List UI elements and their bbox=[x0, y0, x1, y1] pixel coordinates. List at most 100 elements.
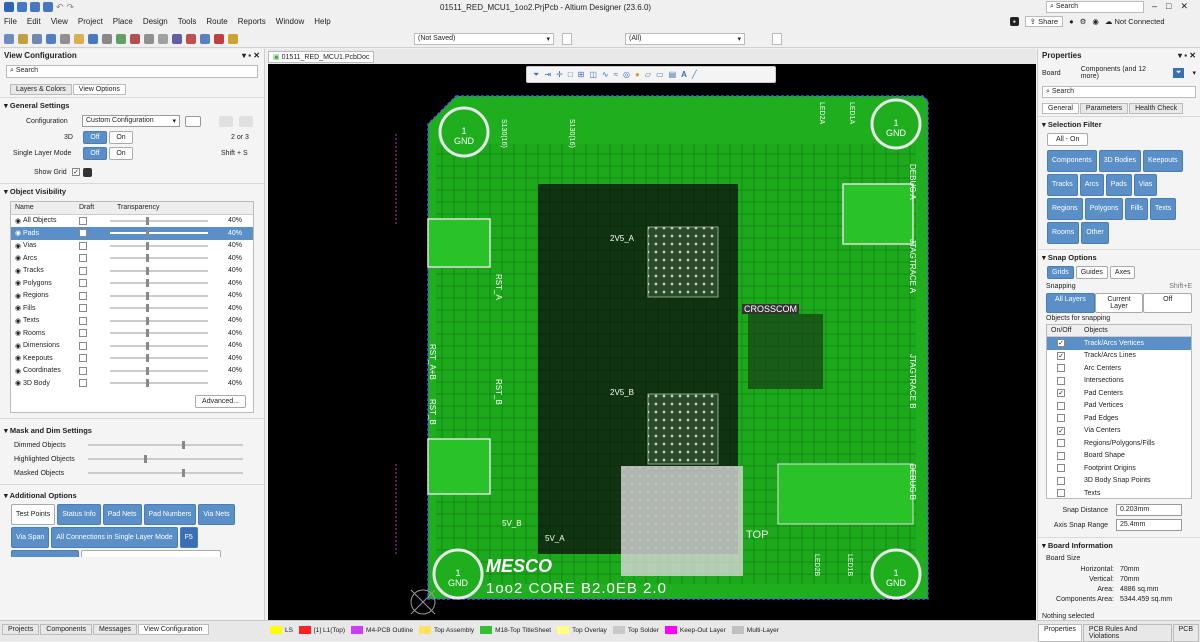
slider-handle[interactable] bbox=[146, 266, 149, 275]
filter-vias[interactable]: Vias bbox=[1133, 174, 1158, 196]
zoom-fit-icon[interactable] bbox=[116, 34, 126, 44]
grid-icon[interactable] bbox=[46, 34, 56, 44]
mode-3d-on-button[interactable]: On bbox=[109, 130, 133, 144]
transparency-slider[interactable] bbox=[110, 241, 208, 250]
draft-checkbox[interactable] bbox=[79, 354, 87, 363]
snap-object-checkbox[interactable] bbox=[1057, 489, 1065, 498]
bottom-tab-projects[interactable]: Projects bbox=[2, 624, 40, 635]
snap-object-row[interactable]: 3D Body Snap Points bbox=[1047, 475, 1191, 488]
grids-button[interactable]: Grids bbox=[1047, 266, 1074, 279]
slider-handle[interactable] bbox=[144, 455, 147, 463]
transparency-slider[interactable] bbox=[110, 216, 208, 225]
option-all-connections-in-single-layer-mode[interactable]: All Connections in Single Layer Mode bbox=[51, 527, 178, 548]
tab-layers-colors[interactable]: Layers & Colors bbox=[10, 84, 72, 95]
transparency-slider[interactable] bbox=[110, 341, 208, 350]
option-pad-nets[interactable]: Pad Nets bbox=[102, 504, 142, 525]
right-bottom-tab-1[interactable]: PCB Rules And Violations bbox=[1082, 624, 1172, 642]
snap-object-row[interactable]: Arc Centers bbox=[1047, 362, 1191, 375]
visibility-row[interactable]: ◉ Fills 40% bbox=[11, 302, 253, 315]
transparency-slider[interactable] bbox=[110, 254, 208, 263]
slider-handle[interactable] bbox=[146, 329, 149, 338]
filter-icon[interactable]: ⏷ bbox=[1172, 68, 1185, 78]
open-icon[interactable] bbox=[43, 2, 53, 12]
settings-gear-icon[interactable]: ⚙ bbox=[1080, 17, 1087, 26]
paste-icon[interactable] bbox=[158, 34, 168, 44]
single-layer-on-button[interactable]: On bbox=[109, 146, 133, 160]
eye-icon[interactable]: ◉ bbox=[15, 267, 23, 275]
document-tab[interactable]: ▣ 01511_RED_MCU1.PcbDoc bbox=[268, 51, 375, 63]
snap-object-checkbox[interactable] bbox=[1057, 339, 1065, 348]
right-bottom-tab-0[interactable]: Properties bbox=[1038, 624, 1082, 642]
transparency-slider[interactable] bbox=[110, 329, 208, 338]
all-on-button[interactable]: All - On bbox=[1047, 133, 1089, 146]
properties-search-input[interactable]: ⌕ Search bbox=[1042, 86, 1196, 98]
slider-handle[interactable] bbox=[146, 279, 149, 288]
draft-checkbox[interactable] bbox=[79, 229, 87, 238]
layer-tab[interactable]: Top Assembly bbox=[419, 626, 474, 634]
filter-polygons[interactable]: Polygons bbox=[1084, 198, 1124, 220]
bottom-tab-view-configuration[interactable]: View Configuration bbox=[137, 624, 209, 635]
save-icon[interactable] bbox=[17, 2, 27, 12]
save-toolbar-icon[interactable] bbox=[88, 34, 98, 44]
layer-tab[interactable]: Multi-Layer bbox=[731, 626, 779, 634]
snap-object-row[interactable]: Board Shape bbox=[1047, 450, 1191, 463]
snap-object-row[interactable]: Pad Vertices bbox=[1047, 400, 1191, 413]
redo-icon[interactable]: ↷ bbox=[67, 2, 75, 13]
filter-rooms[interactable]: Rooms bbox=[1047, 222, 1080, 244]
visibility-row[interactable]: ◉ Polygons 40% bbox=[11, 277, 253, 290]
slider-handle[interactable] bbox=[146, 316, 149, 325]
layer-tab[interactable]: M4-PCB Outline bbox=[351, 626, 413, 634]
bottom-tab-components[interactable]: Components bbox=[40, 624, 92, 635]
board-info-header[interactable]: ▾ Board Information bbox=[1038, 536, 1200, 553]
menu-tools[interactable]: Tools bbox=[178, 17, 197, 26]
slider-handle[interactable] bbox=[182, 469, 185, 477]
selection-filter-header[interactable]: ▾ Selection Filter bbox=[1038, 116, 1200, 132]
maximize-icon[interactable]: □ bbox=[1166, 1, 1180, 11]
folder-open-icon[interactable] bbox=[74, 34, 84, 44]
draft-checkbox[interactable] bbox=[79, 316, 87, 325]
menu-place[interactable]: Place bbox=[113, 17, 133, 26]
draft-checkbox[interactable] bbox=[79, 329, 87, 338]
share-button[interactable]: ⇪ Share bbox=[1024, 16, 1064, 27]
slider-handle[interactable] bbox=[146, 254, 149, 263]
visibility-row[interactable]: ◉ 3D Body 40% bbox=[11, 377, 253, 390]
tab-general[interactable]: General bbox=[1042, 103, 1079, 114]
snap-object-row[interactable]: Regions/Polygons/Fills bbox=[1047, 437, 1191, 450]
zoom-icon[interactable] bbox=[60, 34, 70, 44]
panel-menu-icon[interactable]: ▾ ▪ ✕ bbox=[242, 51, 260, 60]
axis-snap-input[interactable]: 25.4mm bbox=[1116, 519, 1182, 531]
global-search-input[interactable]: ⌕ Search bbox=[1046, 1, 1144, 13]
visibility-row[interactable]: ◉ Texts 40% bbox=[11, 315, 253, 328]
visibility-row[interactable]: ◉ Arcs 40% bbox=[11, 252, 253, 265]
snap-object-checkbox[interactable] bbox=[1057, 364, 1065, 373]
slider-handle[interactable] bbox=[146, 291, 149, 300]
filter-fills[interactable]: Fills bbox=[1125, 198, 1148, 220]
snap-object-row[interactable]: Track/Arcs Vertices bbox=[1047, 337, 1191, 350]
transparency-slider[interactable] bbox=[110, 379, 208, 388]
mask-slider[interactable] bbox=[88, 455, 243, 463]
transparency-slider[interactable] bbox=[110, 291, 208, 300]
filter-arcs[interactable]: Arcs bbox=[1079, 174, 1104, 196]
eye-icon[interactable]: ◉ bbox=[15, 317, 23, 325]
spin-dropdown[interactable] bbox=[562, 33, 572, 45]
filter-other[interactable]: Other bbox=[1081, 222, 1109, 244]
bottom-tab-messages[interactable]: Messages bbox=[93, 624, 137, 635]
snap-object-checkbox[interactable] bbox=[1057, 376, 1065, 385]
snap-object-checkbox[interactable] bbox=[1057, 476, 1065, 485]
slider-handle[interactable] bbox=[182, 441, 185, 449]
clear-filter-icon[interactable] bbox=[214, 34, 224, 44]
tab-health-check[interactable]: Health Check bbox=[1129, 103, 1184, 114]
transparency-slider[interactable] bbox=[110, 304, 208, 313]
mask-dim-header[interactable]: ▾ Mask and Dim Settings bbox=[0, 423, 264, 438]
option-test-points[interactable]: Test Points bbox=[11, 504, 56, 525]
print-icon[interactable] bbox=[102, 34, 112, 44]
all-layers-button[interactable]: All Layers bbox=[1046, 292, 1095, 313]
snap-object-row[interactable]: Via Centers bbox=[1047, 425, 1191, 438]
pencil-icon[interactable] bbox=[228, 34, 238, 44]
draft-checkbox[interactable] bbox=[79, 366, 87, 375]
slider-handle[interactable] bbox=[146, 216, 149, 225]
snap-object-checkbox[interactable] bbox=[1057, 414, 1065, 423]
connection-status[interactable]: ☁ Not Connected bbox=[1105, 17, 1165, 26]
snap-object-row[interactable]: Pad Edges bbox=[1047, 412, 1191, 425]
menu-route[interactable]: Route bbox=[206, 17, 227, 26]
